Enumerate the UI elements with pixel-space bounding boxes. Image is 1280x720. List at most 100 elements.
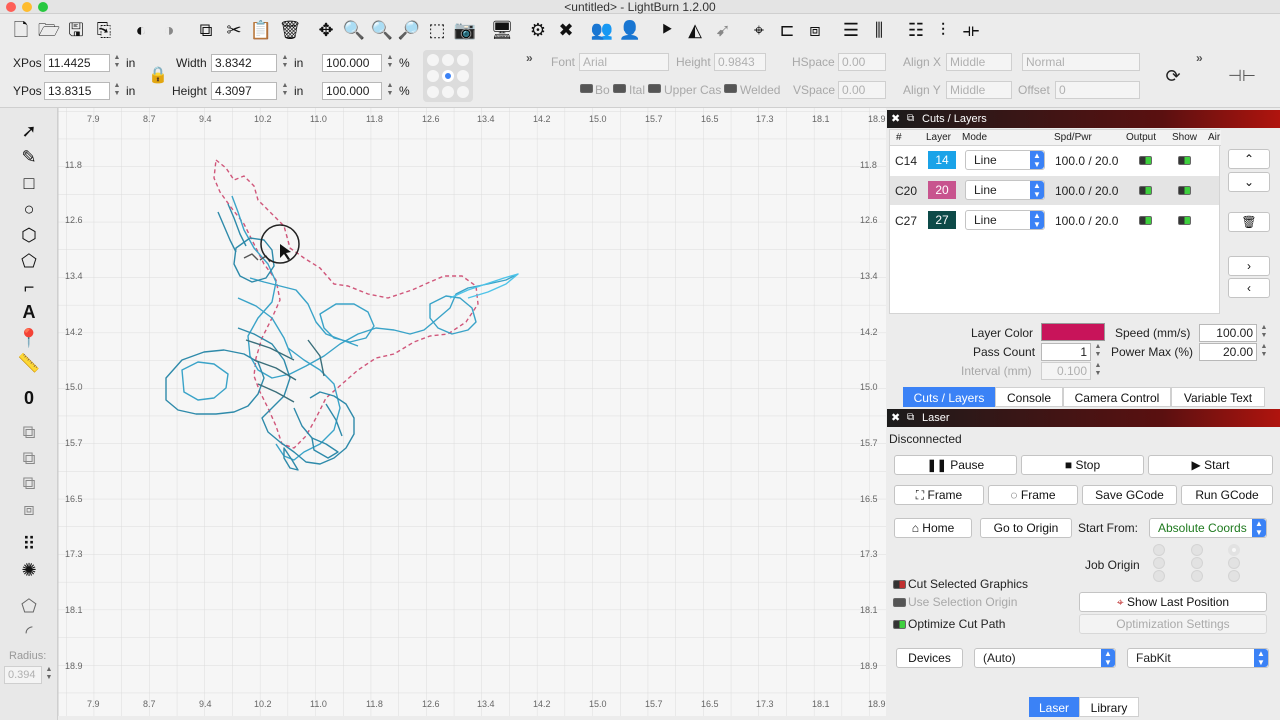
move-layer-down-button[interactable]: ⌄ (1228, 172, 1270, 192)
distribute-icon[interactable]: ☷ (903, 17, 929, 43)
run-gcode-button[interactable]: Run GCode (1181, 485, 1273, 505)
layer-show-toggle[interactable] (1178, 216, 1191, 225)
power-max-stepper[interactable]: ▲ ▼ (1259, 343, 1269, 361)
xpos-stepper[interactable]: ▲ ▼ (112, 54, 122, 72)
uppercase-toggle[interactable] (648, 84, 661, 93)
new-file-icon[interactable]: 🗋 (8, 17, 34, 43)
collapse-layer-button[interactable]: ‹ (1228, 278, 1270, 298)
corner-radius-icon[interactable]: ◜ (16, 620, 42, 644)
job-origin-top-right-selected[interactable] (1228, 544, 1240, 556)
xpos-field[interactable]: 11.4425 (44, 54, 110, 72)
text-icon[interactable]: A (16, 300, 42, 324)
camera-icon[interactable]: 📷 (452, 17, 478, 43)
pen-icon[interactable]: ✎ (16, 145, 42, 169)
redo-icon[interactable]: ◑ (156, 17, 182, 43)
rotate-icon[interactable]: ⬠ (16, 594, 42, 618)
move-layer-up-button[interactable]: ⌃ (1228, 149, 1270, 169)
layer-show-toggle[interactable] (1178, 186, 1191, 195)
go-to-origin-button[interactable]: Go to Origin (980, 518, 1072, 538)
layer-show-toggle[interactable] (1178, 156, 1191, 165)
job-origin-middle-right[interactable] (1228, 557, 1240, 569)
target-icon[interactable]: ⌖ (746, 17, 772, 43)
pentagon-icon[interactable]: ⬠ (16, 249, 42, 273)
anchor-point[interactable] (457, 54, 469, 66)
text-height-field[interactable]: 0.9843 (714, 53, 766, 71)
delete-icon[interactable]: 🗑 (277, 17, 303, 43)
height-stepper[interactable]: ▲ ▼ (280, 82, 290, 100)
tab-console[interactable]: Console (995, 387, 1063, 407)
tools-icon[interactable]: ✖ (553, 17, 579, 43)
layer-color-chip[interactable]: 20 (928, 181, 956, 199)
anchor-point-selected[interactable] (442, 70, 454, 82)
rotate-refresh-icon[interactable]: ⟳ (1160, 66, 1186, 88)
anchor-point[interactable] (442, 86, 454, 98)
select-icon[interactable]: ➚ (16, 119, 42, 143)
start-button[interactable]: ▶ Start (1148, 455, 1273, 475)
export-icon[interactable]: ⎘ (91, 17, 117, 43)
send-icon[interactable]: ➹ (710, 17, 736, 43)
italic-toggle[interactable] (613, 84, 626, 93)
job-origin-bottom-right[interactable] (1228, 570, 1240, 582)
ypos-stepper[interactable]: ▲ ▼ (112, 82, 122, 100)
spiderman-artwork[interactable] (58, 108, 886, 716)
delete-layer-button[interactable]: 🗑 (1228, 212, 1270, 232)
width-stepper[interactable]: ▲ ▼ (280, 54, 290, 72)
devices-button[interactable]: Devices (896, 648, 963, 668)
rectangle-icon[interactable]: □ (16, 171, 42, 195)
scale-height-field[interactable]: 100.000 (322, 82, 382, 100)
job-origin-bottom-center[interactable] (1191, 570, 1203, 582)
tab-variable-text[interactable]: Variable Text (1171, 387, 1265, 407)
layer-row[interactable]: C14 14 Line ▲ ▼ 100.0 / 20.0 (890, 146, 1219, 175)
scale-height-stepper[interactable]: ▲ ▼ (385, 82, 395, 100)
speed-field[interactable]: 100.00 (1199, 324, 1257, 342)
stop-button[interactable]: ■ Stop (1021, 455, 1144, 475)
boolean-intersect-icon[interactable]: ⧉ (16, 471, 42, 495)
cut-selected-toggle[interactable] (893, 580, 906, 589)
job-origin-middle-left[interactable] (1153, 557, 1165, 569)
anchor-point[interactable] (427, 54, 439, 66)
user-icon[interactable]: 👤 (617, 17, 643, 43)
anchor-point[interactable] (442, 54, 454, 66)
show-last-position-button[interactable]: ⌖ Show Last Position (1079, 592, 1267, 612)
grid-array-icon[interactable]: ⠿ (16, 532, 42, 556)
align-center-icon[interactable]: ⧈ (802, 17, 828, 43)
font-select[interactable]: Arial (579, 53, 669, 71)
hspace-field[interactable]: 0.00 (838, 53, 886, 71)
float-panel-icon[interactable]: ⧉ (907, 110, 914, 128)
tab-library[interactable]: Library (1079, 697, 1139, 717)
position-icon[interactable]: 📍 (16, 326, 42, 350)
measure-icon[interactable]: 📏 (16, 351, 42, 375)
expand-layer-button[interactable]: › (1228, 256, 1270, 276)
layer-row[interactable]: C20 20 Line ▲ ▼ 100.0 / 20.0 (890, 176, 1219, 205)
zoom-out-icon[interactable]: 🔍 (369, 17, 395, 43)
copy-icon[interactable]: ⧉ (193, 17, 219, 43)
close-panel-icon[interactable]: ✖ (891, 110, 900, 128)
welded-toggle[interactable] (724, 84, 737, 93)
pause-button[interactable]: ❚❚ Pause (894, 455, 1017, 475)
float-panel-icon[interactable]: ⧉ (907, 409, 914, 427)
job-origin-top-center[interactable] (1191, 544, 1203, 556)
layer-color-swatch[interactable] (1041, 323, 1105, 341)
job-origin-bottom-left[interactable] (1153, 570, 1165, 582)
paste-icon[interactable]: 📋 (248, 17, 274, 43)
layer-output-toggle[interactable] (1139, 156, 1152, 165)
weld-icon[interactable]: ⧈ (16, 497, 42, 521)
pass-count-field[interactable]: 1 (1041, 343, 1091, 361)
close-panel-icon[interactable]: ✖ (891, 409, 900, 427)
job-origin-center[interactable] (1191, 557, 1203, 569)
tab-laser[interactable]: Laser (1029, 697, 1079, 717)
align-left-icon[interactable]: ⊏ (774, 17, 800, 43)
offset-icon[interactable]: 0 (16, 386, 42, 410)
align-top-icon[interactable]: ☰ (838, 17, 864, 43)
power-max-field[interactable]: 20.00 (1199, 343, 1257, 361)
dock-icon[interactable]: ⟛ (958, 17, 984, 43)
layer-output-toggle[interactable] (1139, 186, 1152, 195)
polygon-icon[interactable]: ⬡ (16, 223, 42, 247)
zoom-in-icon[interactable]: 🔍 (341, 17, 367, 43)
mirror-vertical-icon[interactable]: ◭ (682, 17, 708, 43)
job-origin-top-left[interactable] (1153, 544, 1165, 556)
use-selection-origin-toggle[interactable] (893, 598, 906, 607)
open-folder-icon[interactable]: 🗁 (36, 17, 62, 43)
anchor-point[interactable] (427, 86, 439, 98)
interval-stepper[interactable]: ▲ ▼ (1093, 362, 1103, 380)
